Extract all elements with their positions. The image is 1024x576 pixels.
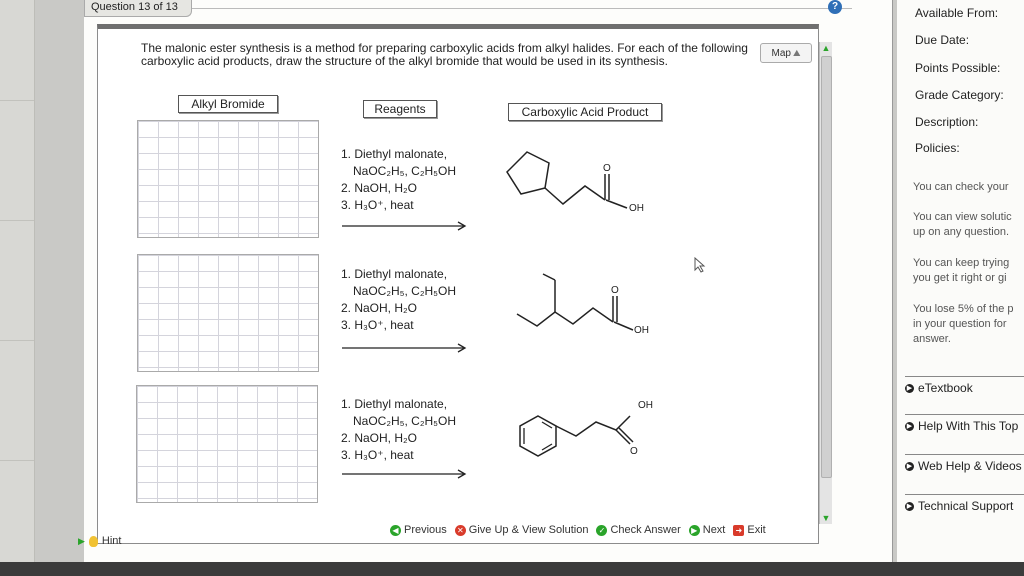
arrow-bullet-icon: ▶ [905, 383, 914, 393]
arrow-bullet-icon: ▶ [905, 421, 914, 431]
policy-note-line: you get it right or gi [913, 272, 1007, 284]
top-divider [192, 8, 852, 9]
previous-button[interactable]: ◀ Previous [390, 524, 447, 536]
policy-note-solution: You can view solutic up on any question. [913, 210, 1012, 240]
scroll-up-icon[interactable]: ▲ [820, 42, 832, 54]
policy-note-penalty: You lose 5% of the p in your question fo… [913, 302, 1014, 347]
policy-note-retry: You can keep trying you get it right or … [913, 256, 1009, 286]
product-1-o-label: O [603, 163, 611, 174]
policy-note-check: You can check your [913, 180, 1009, 195]
policy-note-line: You can view solutic [913, 211, 1012, 223]
policies-label: Policies: [915, 141, 960, 155]
give-up-button[interactable]: ✕ Give Up & View Solution [454, 524, 589, 536]
frame-scrollbar[interactable]: ▲ ▼ [819, 42, 832, 524]
next-button[interactable]: ▶ Next [688, 524, 726, 536]
reagents-1: 1. Diethyl malonate, NaOC₂H₅, C₂H₅OH 2. … [341, 146, 456, 214]
check-answer-label: Check Answer [610, 524, 681, 536]
previous-label: Previous [404, 524, 447, 536]
map-label: Map [771, 47, 791, 59]
grade-category-label: Grade Category: [915, 88, 1004, 102]
reagent-step-1: 1. Diethyl malonate, [341, 397, 448, 411]
check-answer-button[interactable]: ✓ Check Answer [596, 524, 681, 536]
policy-note-line: You lose 5% of the p [913, 303, 1014, 315]
reagents-2: 1. Diethyl malonate, NaOC₂H₅, C₂H₅OH 2. … [341, 266, 456, 334]
lightbulb-icon [88, 535, 98, 547]
reagent-step-1b: NaOC₂H₅, C₂H₅OH [353, 164, 456, 178]
reagent-step-3: 3. H₃O⁺, heat [341, 198, 414, 212]
points-possible-label: Points Possible: [915, 61, 1001, 75]
exit-label: Exit [747, 524, 766, 536]
help-topic-label: Help With This Top [918, 419, 1019, 433]
policy-note-line: up on any question. [913, 226, 1010, 238]
reaction-arrow-2 [342, 343, 467, 353]
product-structure-3: OH O [508, 396, 668, 471]
exit-icon: ➜ [733, 524, 745, 536]
help-topic-link[interactable]: ▶ Help With This Top [905, 414, 1024, 437]
question-counter: Question 13 of 13 [84, 0, 192, 17]
mouse-cursor-icon [694, 257, 706, 273]
give-up-icon: ✕ [454, 524, 466, 536]
reagent-step-3: 3. H₃O⁺, heat [341, 318, 414, 332]
reagent-step-3: 3. H₃O⁺, heat [341, 448, 414, 462]
reagent-step-1b: NaOC₂H₅, C₂H₅OH [353, 414, 456, 428]
next-label: Next [702, 524, 726, 536]
reagent-step-2: 2. NaOH, H₂O [341, 301, 418, 315]
scroll-down-icon[interactable]: ▼ [820, 512, 832, 524]
hint-label: Hint [101, 535, 122, 547]
help-icon[interactable]: ? [828, 0, 842, 14]
web-help-link[interactable]: ▶ Web Help & Videos [905, 454, 1024, 477]
description-label: Description: [915, 115, 979, 129]
reaction-arrow-3 [342, 469, 467, 479]
reagent-step-2: 2. NaOH, H₂O [341, 431, 418, 445]
assignment-sidebar: Available From: Due Date: Points Possibl… [897, 0, 1024, 562]
reagent-step-1: 1. Diethyl malonate, [341, 267, 448, 281]
reagent-step-2: 2. NaOH, H₂O [341, 181, 418, 195]
expand-triangle-icon: ▶ [78, 535, 85, 546]
technical-support-link[interactable]: ▶ Technical Support [905, 494, 1024, 517]
technical-support-label: Technical Support [918, 499, 1014, 513]
product-3-oh-label: OH [638, 400, 653, 411]
drawing-grid-1[interactable] [137, 120, 319, 238]
header-product: Carboxylic Acid Product [508, 103, 662, 121]
question-intro: The malonic ester synthesis is a method … [141, 41, 748, 68]
due-date-label: Due Date: [915, 33, 970, 47]
product-structure-1: O OH [505, 148, 665, 223]
reagent-step-1b: NaOC₂H₅, C₂H₅OH [353, 284, 456, 298]
available-from-label: Available From: [915, 6, 999, 20]
arrow-bullet-icon: ▶ [905, 461, 914, 471]
policy-note-line: in your question for [913, 318, 1007, 330]
drawing-grid-3[interactable] [136, 385, 318, 503]
product-2-o-label: O [611, 285, 619, 296]
exit-button[interactable]: ➜ Exit [733, 524, 766, 536]
product-3-o-label: O [630, 446, 638, 457]
drawing-grid-2[interactable] [137, 254, 319, 372]
map-button[interactable]: Map ⛰ [760, 43, 812, 63]
map-icon: ⛰ [792, 47, 801, 58]
policy-note-line: answer. [913, 333, 951, 345]
etextbook-link[interactable]: ▶ eTextbook [905, 376, 1024, 399]
screen-bezel [0, 562, 1024, 576]
arrow-bullet-icon: ▶ [905, 501, 914, 511]
etextbook-label: eTextbook [918, 381, 973, 395]
reaction-arrow-1 [342, 221, 467, 231]
header-reagents: Reagents [363, 100, 437, 118]
check-icon: ✓ [596, 524, 608, 536]
policy-note-line: You can check your [913, 181, 1009, 193]
scroll-thumb[interactable] [821, 56, 832, 478]
hint-toggle[interactable]: ▶ Hint [78, 535, 121, 547]
product-2-oh-label: OH [634, 325, 649, 336]
give-up-label: Give Up & View Solution [468, 524, 589, 536]
background-left-strip [0, 0, 35, 576]
header-alkyl-bromide: Alkyl Bromide [178, 95, 278, 113]
previous-icon: ◀ [390, 524, 401, 536]
reagent-step-1: 1. Diethyl malonate, [341, 147, 448, 161]
reagents-3: 1. Diethyl malonate, NaOC₂H₅, C₂H₅OH 2. … [341, 396, 456, 464]
question-footer: ◀ Previous ✕ Give Up & View Solution ✓ C… [390, 520, 810, 540]
product-1-oh-label: OH [629, 203, 644, 214]
policy-note-line: You can keep trying [913, 257, 1010, 269]
web-help-label: Web Help & Videos [918, 459, 1022, 473]
product-structure-2: O OH [513, 270, 663, 345]
next-icon: ▶ [688, 524, 700, 536]
